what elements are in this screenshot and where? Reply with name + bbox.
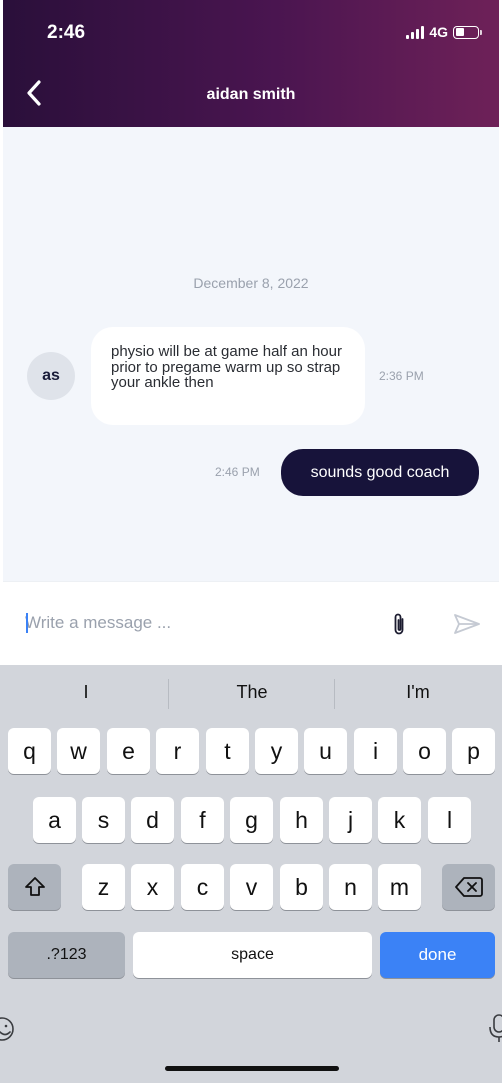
outgoing-message-text: sounds good coach xyxy=(310,463,450,481)
key-b[interactable]: b xyxy=(280,864,323,910)
key-v[interactable]: v xyxy=(230,864,273,910)
key-k[interactable]: k xyxy=(378,797,421,843)
send-icon xyxy=(454,614,480,634)
key-l[interactable]: l xyxy=(428,797,471,843)
key-z[interactable]: z xyxy=(82,864,125,910)
shift-icon xyxy=(24,877,45,896)
key-h[interactable]: h xyxy=(280,797,323,843)
outgoing-message-time: 2:46 PM xyxy=(215,465,260,479)
message-list[interactable]: December 8, 2022 as physio will be at ga… xyxy=(3,127,499,581)
outgoing-message-bubble[interactable]: sounds good coach xyxy=(281,449,479,496)
incoming-message-time: 2:36 PM xyxy=(379,369,424,383)
key-w[interactable]: w xyxy=(57,728,100,774)
key-r[interactable]: r xyxy=(156,728,199,774)
key-o[interactable]: o xyxy=(403,728,446,774)
key-y[interactable]: y xyxy=(255,728,298,774)
key-c[interactable]: c xyxy=(181,864,224,910)
key-x[interactable]: x xyxy=(131,864,174,910)
suggestion-1[interactable]: I xyxy=(3,682,169,703)
key-u[interactable]: u xyxy=(304,728,347,774)
key-n[interactable]: n xyxy=(329,864,372,910)
key-s[interactable]: s xyxy=(82,797,125,843)
key-g[interactable]: g xyxy=(230,797,273,843)
suggestion-bar: I The I'm xyxy=(0,665,502,723)
network-type: 4G xyxy=(429,24,448,40)
key-q[interactable]: q xyxy=(8,728,51,774)
backspace-icon xyxy=(454,877,483,897)
numbers-key[interactable]: .?123 xyxy=(8,932,125,978)
message-input[interactable] xyxy=(25,608,365,638)
status-indicators: 4G xyxy=(406,24,482,40)
date-separator: December 8, 2022 xyxy=(193,275,309,291)
suggestion-3[interactable]: I'm xyxy=(335,682,501,703)
send-button[interactable] xyxy=(453,612,481,636)
key-i[interactable]: i xyxy=(354,728,397,774)
text-cursor xyxy=(26,613,28,633)
status-time: 2:46 xyxy=(47,22,86,43)
key-d[interactable]: d xyxy=(131,797,174,843)
backspace-key[interactable] xyxy=(442,864,495,910)
key-a[interactable]: a xyxy=(33,797,76,843)
chat-header: 2:46 4G aidan smith xyxy=(3,0,499,127)
key-p[interactable]: p xyxy=(452,728,495,774)
suggestion-2[interactable]: The xyxy=(169,682,335,703)
key-f[interactable]: f xyxy=(181,797,224,843)
attach-button[interactable] xyxy=(387,610,411,638)
key-e[interactable]: e xyxy=(107,728,150,774)
microphone-icon[interactable] xyxy=(488,1013,502,1043)
key-m[interactable]: m xyxy=(378,864,421,910)
incoming-message-text: physio will be at game half an hour prio… xyxy=(111,343,342,391)
battery-icon xyxy=(453,25,482,39)
shift-key[interactable] xyxy=(8,864,61,910)
paperclip-icon xyxy=(394,613,404,635)
message-composer xyxy=(3,581,499,665)
signal-icon xyxy=(406,25,425,39)
on-screen-keyboard: I The I'm q w e r t y u i o p a s d f g … xyxy=(0,665,502,1083)
incoming-message-bubble[interactable]: physio will be at game half an hour prio… xyxy=(91,327,365,425)
key-j[interactable]: j xyxy=(329,797,372,843)
key-t[interactable]: t xyxy=(206,728,249,774)
contact-name: aidan smith xyxy=(206,86,296,103)
space-key[interactable]: space xyxy=(133,932,372,978)
emoji-icon[interactable] xyxy=(0,1015,16,1043)
avatar[interactable]: as xyxy=(27,352,75,400)
home-indicator xyxy=(165,1066,339,1071)
done-key[interactable]: done xyxy=(380,932,495,978)
